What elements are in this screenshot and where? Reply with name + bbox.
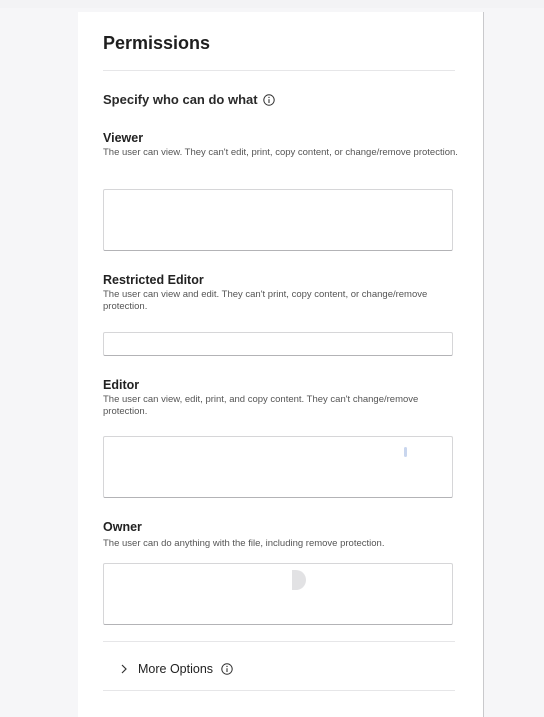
more-options-toggle[interactable]: More Options	[118, 662, 233, 676]
info-icon[interactable]	[221, 663, 233, 675]
restricted-editor-people-input[interactable]	[103, 332, 453, 356]
panel-title: Permissions	[103, 33, 211, 53]
editor-description: The user can view, edit, print, and copy…	[103, 394, 419, 417]
permissions-panel: Permissions Specify who can do what View…	[78, 12, 484, 717]
viewer-description: The user can view. They can't edit, prin…	[103, 147, 458, 158]
chevron-right-icon	[121, 664, 127, 674]
editor-people-input[interactable]	[103, 436, 453, 498]
window-top-edge	[0, 0, 544, 8]
restricted-editor-description: The user can view and edit. They can't p…	[103, 289, 428, 312]
owner-description: The user can do anything with the file, …	[103, 538, 385, 549]
loading-spinner-icon	[292, 570, 306, 590]
options-divider-top	[103, 641, 455, 642]
info-icon[interactable]	[262, 93, 275, 106]
permissions-subtitle: Specify who can do what	[103, 92, 275, 107]
restricted-editor-label: Restricted Editor	[103, 273, 204, 287]
owner-people-input[interactable]	[103, 563, 453, 625]
subtitle-text: Specify who can do what	[103, 92, 258, 107]
editor-label: Editor	[103, 378, 140, 392]
text-cursor-icon	[404, 447, 407, 457]
owner-label: Owner	[103, 520, 142, 534]
options-divider-bottom	[103, 690, 455, 691]
viewer-people-input[interactable]	[103, 189, 453, 251]
more-options-label: More Options	[138, 662, 214, 676]
viewer-label: Viewer	[103, 131, 144, 145]
title-divider	[103, 70, 455, 71]
